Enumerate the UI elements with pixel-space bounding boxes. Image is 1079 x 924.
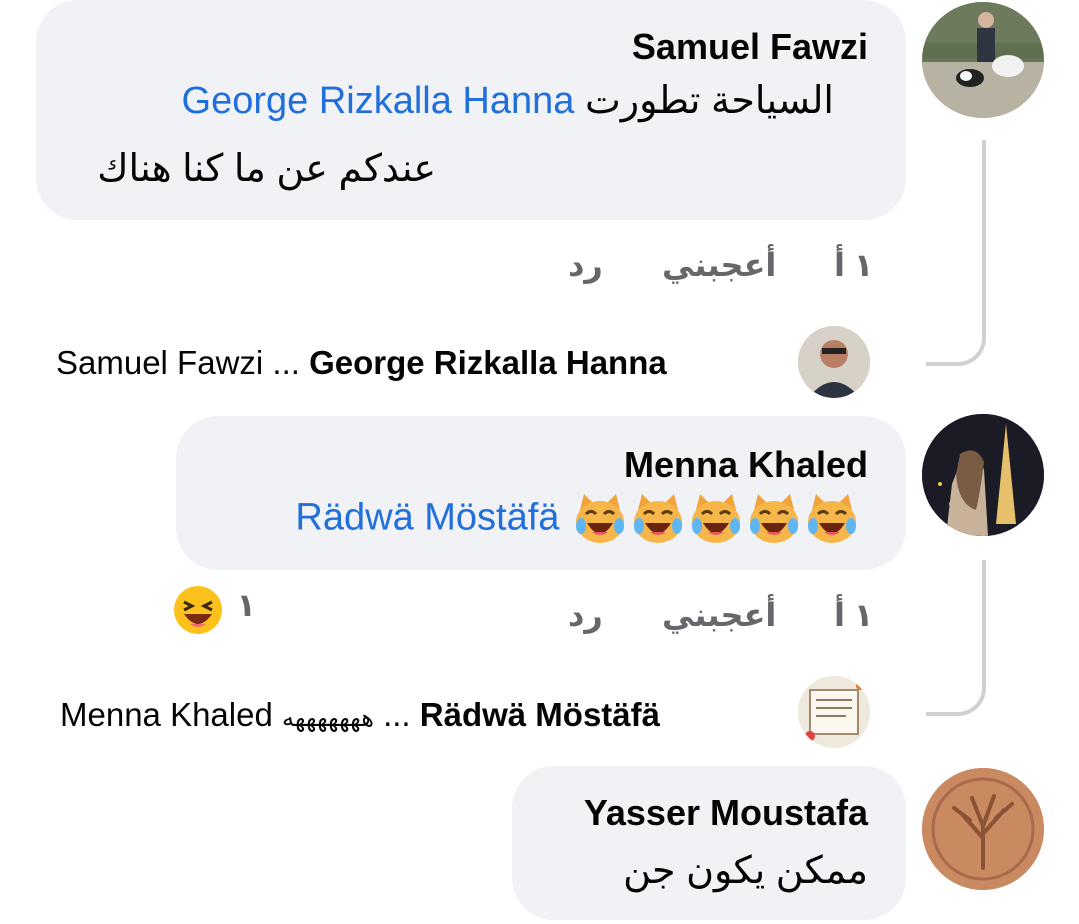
reply-preview[interactable]: Samuel Fawzi ... George Rizkalla Hanna: [56, 344, 667, 382]
comment-author[interactable]: Yasser Moustafa: [584, 792, 868, 834]
reply-preview-author: George Rizkalla Hanna: [309, 344, 667, 381]
comment-text-line1: السياحة تطورت: [584, 80, 834, 122]
reply-button[interactable]: رد: [568, 596, 603, 634]
comment-text: ممكن يكون جن: [623, 850, 868, 892]
mention-link[interactable]: Rädwä Möstäfä: [295, 497, 559, 539]
reply-preview-ellipsis: ...: [383, 696, 411, 733]
reply-avatar[interactable]: [798, 676, 870, 748]
emoji-row: [570, 494, 860, 543]
reply-button[interactable]: رد: [568, 246, 603, 284]
reply-avatar[interactable]: [798, 326, 870, 398]
avatar-photo-icon: [922, 768, 1044, 890]
thread-line: [926, 560, 986, 716]
avatar-photo-icon: [798, 676, 870, 748]
cat-tears-of-joy-icon: [750, 494, 798, 543]
cat-tears-of-joy-icon: [808, 494, 856, 543]
cat-tears-of-joy-icon: [692, 494, 740, 543]
comment-text: Rädwä Möstäfä: [295, 490, 860, 546]
comment-time: ١ أ: [834, 247, 874, 283]
reply-preview-ellipsis: ...: [272, 344, 300, 381]
avatar[interactable]: [922, 768, 1044, 890]
reply-preview-author: Rädwä Möstäfä: [419, 696, 660, 733]
comment-time: ١ أ: [834, 597, 874, 633]
comment-author[interactable]: Samuel Fawzi: [632, 26, 868, 68]
cat-tears-of-joy-icon: [576, 494, 624, 543]
reply-preview[interactable]: Menna Khaled هههههههه ... Rädwä Möstäfä: [60, 696, 660, 734]
avatar[interactable]: [922, 2, 1044, 118]
comment-text: السياحة تطورت George Rizkalla Hanna: [182, 78, 834, 123]
comment-author[interactable]: Menna Khaled: [624, 444, 868, 486]
thread-line: [926, 140, 986, 366]
avatar-photo-icon: [922, 2, 1044, 118]
mention-link[interactable]: George Rizkalla Hanna: [182, 80, 575, 122]
comment-bubble[interactable]: Menna Khaled Rädwä Möstäfä: [176, 416, 906, 570]
avatar-photo-icon: [922, 414, 1044, 536]
reaction-count: ١: [236, 587, 256, 624]
reaction-badge[interactable]: ١: [172, 584, 256, 636]
reply-preview-text: Samuel Fawzi: [56, 344, 264, 381]
avatar-photo-icon: [798, 326, 870, 398]
reply-preview-laugh: هههههههه: [282, 705, 374, 732]
cat-tears-of-joy-icon: [634, 494, 682, 543]
comment-text-line2: عندكم عن ما كنا هناك: [97, 148, 436, 190]
like-button[interactable]: أعجبني: [662, 246, 776, 284]
avatar[interactable]: [922, 414, 1044, 536]
comment-bubble[interactable]: Yasser Moustafa ممكن يكون جن: [512, 766, 906, 920]
comment-bubble[interactable]: Samuel Fawzi السياحة تطورت George Rizkal…: [36, 0, 906, 220]
like-button[interactable]: أعجبني: [662, 596, 776, 634]
laughing-reaction-icon: [174, 586, 222, 634]
reply-preview-text: Menna Khaled: [60, 696, 273, 733]
